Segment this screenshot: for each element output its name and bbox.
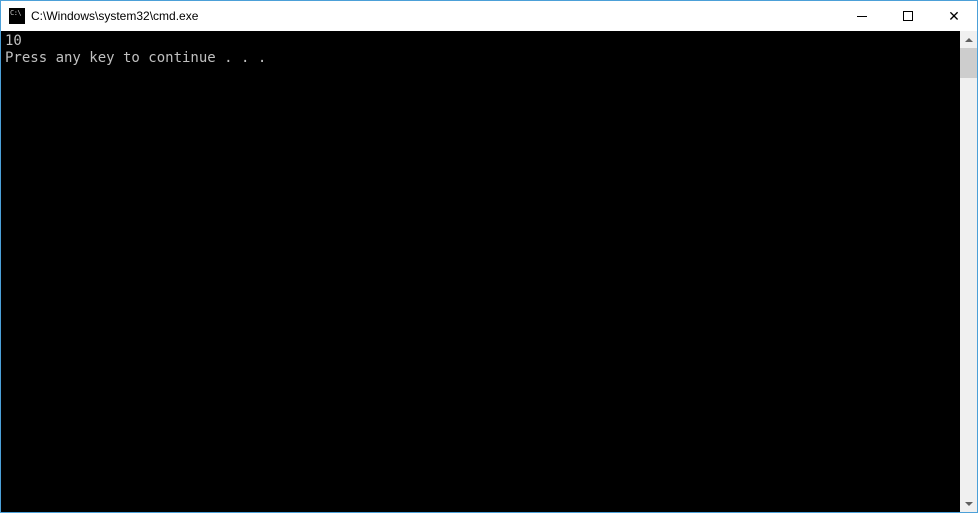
chevron-down-icon bbox=[965, 502, 973, 506]
maximize-icon bbox=[903, 11, 913, 21]
window-controls: ✕ bbox=[839, 1, 977, 31]
close-icon: ✕ bbox=[948, 9, 960, 23]
close-button[interactable]: ✕ bbox=[931, 1, 977, 31]
scroll-track[interactable] bbox=[960, 48, 977, 495]
minimize-button[interactable] bbox=[839, 1, 885, 31]
window-title: C:\Windows\system32\cmd.exe bbox=[31, 9, 839, 23]
chevron-up-icon bbox=[965, 38, 973, 42]
console-output[interactable]: 10 Press any key to continue . . . bbox=[1, 31, 960, 512]
console-line: Press any key to continue . . . bbox=[5, 50, 266, 66]
console-line: 10 bbox=[5, 33, 22, 49]
vertical-scrollbar[interactable] bbox=[960, 31, 977, 512]
titlebar[interactable]: C:\Windows\system32\cmd.exe ✕ bbox=[1, 1, 977, 31]
cmd-icon bbox=[9, 8, 25, 24]
scroll-up-button[interactable] bbox=[960, 31, 977, 48]
cmd-window: C:\Windows\system32\cmd.exe ✕ 10 Press a… bbox=[0, 0, 978, 513]
client-area: 10 Press any key to continue . . . bbox=[1, 31, 977, 512]
scroll-down-button[interactable] bbox=[960, 495, 977, 512]
minimize-icon bbox=[857, 16, 867, 17]
maximize-button[interactable] bbox=[885, 1, 931, 31]
scroll-thumb[interactable] bbox=[960, 48, 977, 78]
